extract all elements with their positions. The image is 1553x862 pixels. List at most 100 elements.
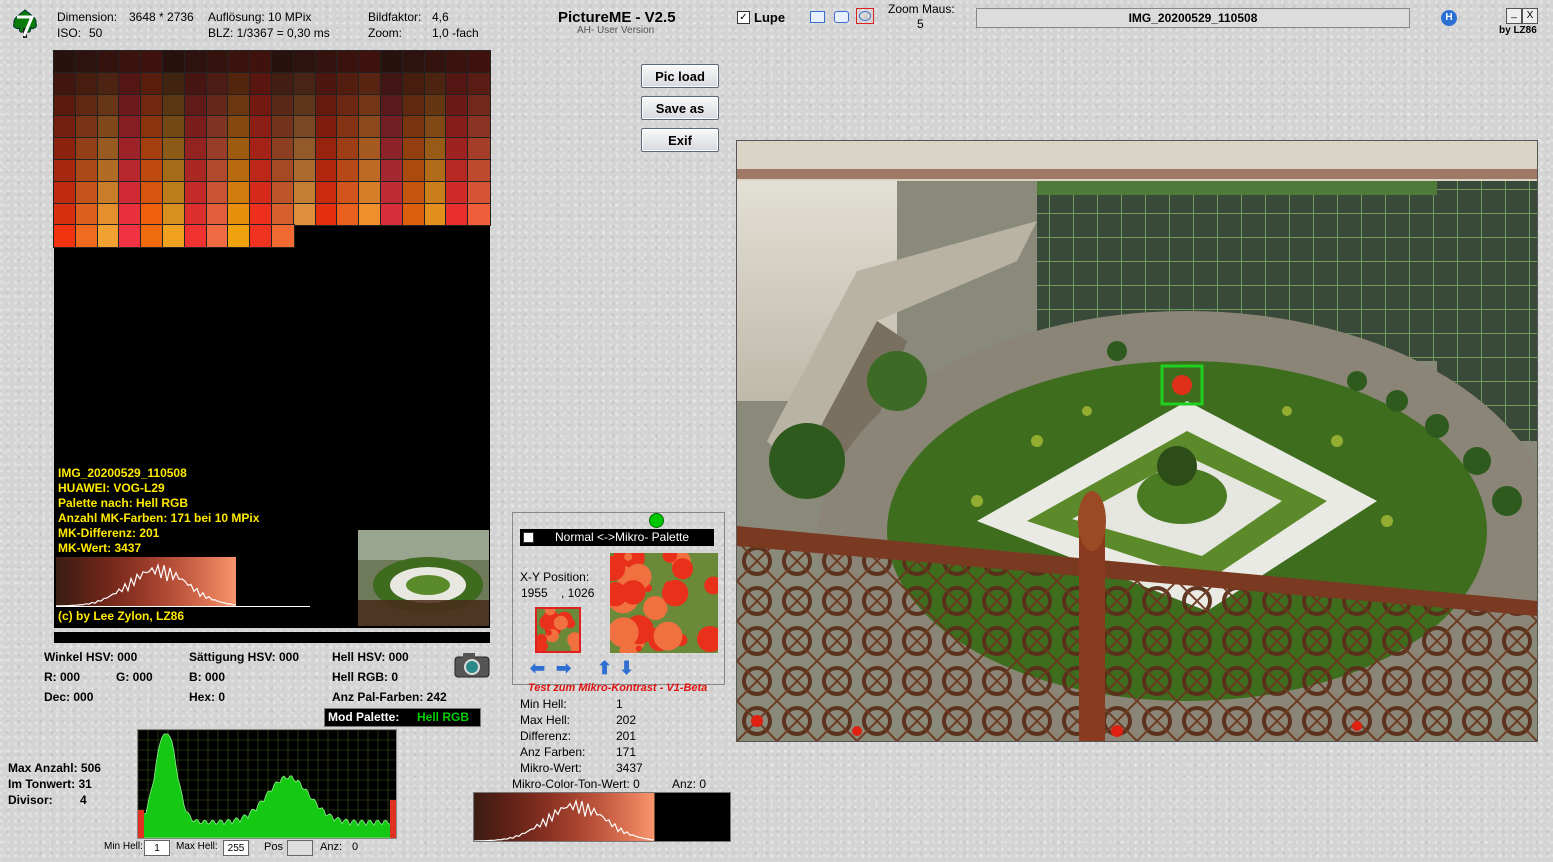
palette-swatch[interactable]: [249, 180, 273, 205]
palette-swatch[interactable]: [358, 180, 382, 205]
palette-swatch[interactable]: [118, 50, 143, 74]
palette-swatch[interactable]: [118, 93, 143, 118]
palette-swatch[interactable]: [205, 137, 230, 161]
palette-swatch[interactable]: [227, 202, 252, 227]
palette-swatch[interactable]: [379, 93, 404, 118]
min-hell-input[interactable]: 1: [144, 840, 170, 856]
palette-swatch[interactable]: [467, 202, 491, 227]
palette-swatch[interactable]: [314, 202, 339, 227]
palette-swatch[interactable]: [183, 224, 208, 249]
palette-swatch[interactable]: [445, 137, 470, 161]
palette-swatch[interactable]: [314, 180, 339, 205]
palette-swatch[interactable]: [205, 224, 230, 249]
lupe-shape-circle-icon[interactable]: [856, 8, 874, 24]
palette-swatch[interactable]: [118, 137, 143, 161]
palette-swatch[interactable]: [336, 137, 361, 161]
palette-swatch[interactable]: [96, 71, 121, 96]
palette-swatch[interactable]: [53, 202, 77, 227]
palette-swatch[interactable]: [358, 93, 382, 118]
palette-swatch[interactable]: [161, 71, 186, 96]
palette-swatch[interactable]: [96, 202, 121, 227]
palette-swatch[interactable]: [140, 71, 164, 96]
palette-swatch[interactable]: [74, 202, 99, 227]
palette-swatch[interactable]: [205, 115, 230, 140]
palette-swatch[interactable]: [445, 180, 470, 205]
palette-swatch[interactable]: [401, 137, 426, 161]
palette-swatch[interactable]: [74, 93, 99, 118]
palette-swatch[interactable]: [205, 158, 230, 183]
palette-swatch[interactable]: [183, 115, 208, 140]
palette-swatch[interactable]: [467, 137, 491, 161]
palette-swatch[interactable]: [74, 180, 99, 205]
palette-swatch[interactable]: [205, 71, 230, 96]
palette-swatch[interactable]: [401, 115, 426, 140]
close-button[interactable]: X: [1522, 8, 1538, 24]
thumbnail-image[interactable]: [358, 530, 489, 626]
palette-swatch[interactable]: [292, 50, 317, 74]
palette-swatch[interactable]: [292, 158, 317, 183]
palette-swatch[interactable]: [270, 115, 295, 140]
palette-swatch[interactable]: [140, 115, 164, 140]
palette-swatch[interactable]: [401, 50, 426, 74]
palette-swatch[interactable]: [183, 93, 208, 118]
main-photo-view[interactable]: [736, 140, 1538, 742]
palette-swatch[interactable]: [445, 93, 470, 118]
palette-swatch[interactable]: [227, 158, 252, 183]
palette-swatch[interactable]: [358, 158, 382, 183]
palette-swatch[interactable]: [358, 115, 382, 140]
max-hell-input[interactable]: 255: [223, 840, 249, 856]
palette-swatch[interactable]: [183, 202, 208, 227]
palette-swatch[interactable]: [249, 115, 273, 140]
palette-swatch[interactable]: [270, 224, 295, 249]
palette-swatch[interactable]: [336, 50, 361, 74]
palette-swatch[interactable]: [96, 50, 121, 74]
palette-swatch[interactable]: [249, 202, 273, 227]
arrow-right-icon[interactable]: ➡: [556, 659, 571, 677]
minimize-button[interactable]: _: [1506, 8, 1522, 24]
lupe-shape-rounded-icon[interactable]: [834, 11, 849, 23]
palette-swatch[interactable]: [249, 224, 273, 249]
palette-swatch[interactable]: [161, 180, 186, 205]
palette-swatch[interactable]: [53, 93, 77, 118]
palette-swatch[interactable]: [270, 137, 295, 161]
palette-swatch[interactable]: [227, 224, 252, 249]
lupe-checkbox[interactable]: ✓: [737, 11, 750, 24]
palette-swatch[interactable]: [74, 50, 99, 74]
palette-swatch[interactable]: [183, 180, 208, 205]
palette-swatch[interactable]: [336, 71, 361, 96]
palette-swatch[interactable]: [292, 93, 317, 118]
palette-swatch[interactable]: [249, 137, 273, 161]
palette-swatch[interactable]: [205, 202, 230, 227]
palette-swatch[interactable]: [292, 137, 317, 161]
palette-swatch[interactable]: [270, 158, 295, 183]
pos-input[interactable]: [287, 840, 313, 856]
palette-swatch[interactable]: [140, 137, 164, 161]
palette-swatch[interactable]: [467, 158, 491, 183]
palette-swatch[interactable]: [74, 158, 99, 183]
palette-swatch[interactable]: [292, 180, 317, 205]
palette-swatch[interactable]: [379, 202, 404, 227]
palette-swatch[interactable]: [118, 202, 143, 227]
palette-swatch[interactable]: [96, 158, 121, 183]
palette-swatch[interactable]: [161, 50, 186, 74]
palette-swatch[interactable]: [53, 137, 77, 161]
palette-swatch[interactable]: [227, 137, 252, 161]
palette-swatch[interactable]: [314, 93, 339, 118]
palette-swatch[interactable]: [118, 158, 143, 183]
palette-swatch[interactable]: [467, 50, 491, 74]
palette-swatch[interactable]: [53, 158, 77, 183]
palette-swatch[interactable]: [74, 71, 99, 96]
palette-toggle-checkbox[interactable]: [523, 532, 534, 543]
palette-swatch[interactable]: [445, 115, 470, 140]
palette-swatch[interactable]: [140, 224, 164, 249]
palette-swatch[interactable]: [336, 93, 361, 118]
palette-swatch[interactable]: [314, 71, 339, 96]
palette-swatch[interactable]: [336, 202, 361, 227]
palette-toggle-bar[interactable]: Normal <->Mikro- Palette: [520, 529, 714, 546]
palette-swatch[interactable]: [423, 50, 448, 74]
palette-swatch[interactable]: [183, 158, 208, 183]
palette-swatch[interactable]: [270, 71, 295, 96]
palette-swatch[interactable]: [53, 115, 77, 140]
palette-swatch[interactable]: [205, 93, 230, 118]
palette-swatch[interactable]: [336, 180, 361, 205]
